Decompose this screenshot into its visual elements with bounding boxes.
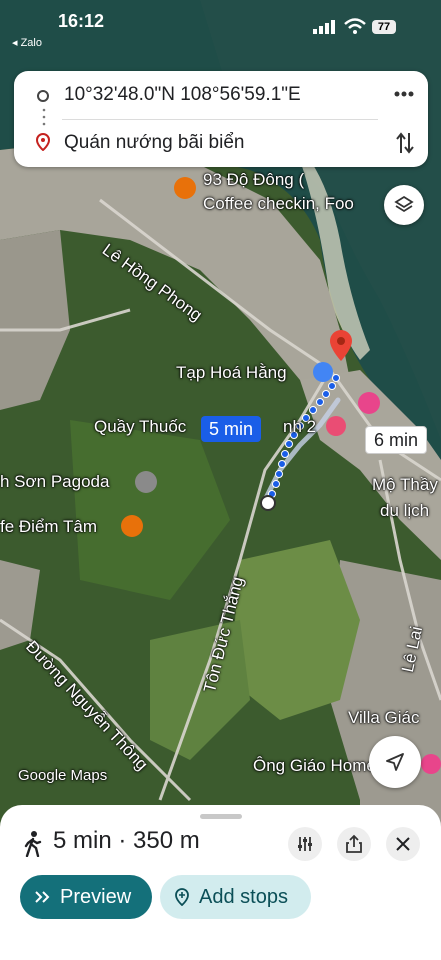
- close-button[interactable]: [386, 827, 420, 861]
- poi-label[interactable]: nh 2: [283, 417, 316, 437]
- poi-label[interactable]: Coffee checkin, Foo: [203, 194, 354, 214]
- poi-label[interactable]: Mộ Thầy: [372, 475, 438, 495]
- coffee-poi-icon[interactable]: [121, 515, 143, 537]
- coffee-poi-icon[interactable]: [174, 177, 196, 199]
- poi-label[interactable]: 93 Độ Đông (: [203, 170, 304, 190]
- signal-icon: [313, 20, 335, 34]
- hotel-poi-icon[interactable]: [421, 754, 441, 774]
- double-chevron-icon: [35, 891, 50, 903]
- shop-poi-icon[interactable]: [313, 362, 333, 382]
- add-pin-icon: [175, 888, 189, 906]
- compass-icon: [386, 753, 404, 771]
- filter-icon: [298, 837, 312, 851]
- pharmacy-poi-icon[interactable]: [326, 416, 346, 436]
- poi-label[interactable]: Quầy Thuốc: [94, 417, 186, 437]
- close-icon: [396, 837, 410, 851]
- preview-label: Preview: [60, 886, 132, 908]
- poi-label[interactable]: fe Điểm Tâm: [0, 517, 97, 537]
- options-button[interactable]: [288, 827, 322, 861]
- poi-label[interactable]: h Sơn Pagoda: [0, 472, 109, 492]
- clock: 16:12: [58, 11, 105, 31]
- destination-row[interactable]: Quán nướng bãi biển: [14, 123, 428, 163]
- battery-indicator: 77: [372, 20, 396, 34]
- origin-row[interactable]: 10°32'48.0"N 108°56'59.1"E: [14, 75, 428, 115]
- layers-button[interactable]: [384, 185, 424, 225]
- route-time-label[interactable]: 5 min: [201, 416, 262, 442]
- status-bar: 16:12 ◂ Zalo 77: [0, 0, 441, 50]
- swap-icon[interactable]: [396, 131, 414, 155]
- route-bottom-sheet[interactable]: 5 min · 350 m Preview Add stops: [0, 805, 441, 960]
- pin-icon: [36, 133, 50, 151]
- share-icon: [346, 834, 362, 853]
- add-stops-label: Add stops: [199, 886, 288, 908]
- poi-label[interactable]: du lịch: [380, 501, 429, 521]
- alt-route-time-label[interactable]: 6 min: [365, 426, 428, 454]
- poi-label[interactable]: Ông Giáo Home: [253, 756, 376, 776]
- back-to-app-link[interactable]: ◂ Zalo: [12, 36, 42, 49]
- hotel-poi-icon[interactable]: [358, 392, 380, 414]
- poi-label[interactable]: Tạp Hoá Hằng: [176, 363, 287, 383]
- sheet-drag-handle[interactable]: [200, 814, 242, 819]
- destination-field[interactable]: Quán nướng bãi biển: [64, 132, 244, 154]
- recenter-button[interactable]: [369, 736, 421, 788]
- google-maps-logo: Google Maps: [18, 767, 108, 784]
- poi-label[interactable]: Villa Giác: [348, 708, 420, 728]
- directions-card: 10°32'48.0"N 108°56'59.1"E Quán nướng bã…: [14, 71, 428, 167]
- origin-field[interactable]: 10°32'48.0"N 108°56'59.1"E: [64, 84, 301, 106]
- pagoda-poi-icon[interactable]: [135, 471, 157, 493]
- divider: [62, 119, 378, 120]
- wifi-icon: [344, 18, 366, 34]
- preview-button[interactable]: Preview: [20, 875, 152, 919]
- origin-circle-icon: [37, 90, 49, 102]
- route-summary: 5 min · 350 m: [53, 827, 200, 854]
- share-button[interactable]: [337, 827, 371, 861]
- walk-icon: [24, 831, 42, 857]
- layers-icon: [394, 195, 414, 213]
- more-icon[interactable]: [394, 91, 414, 97]
- add-stops-button[interactable]: Add stops: [160, 875, 311, 919]
